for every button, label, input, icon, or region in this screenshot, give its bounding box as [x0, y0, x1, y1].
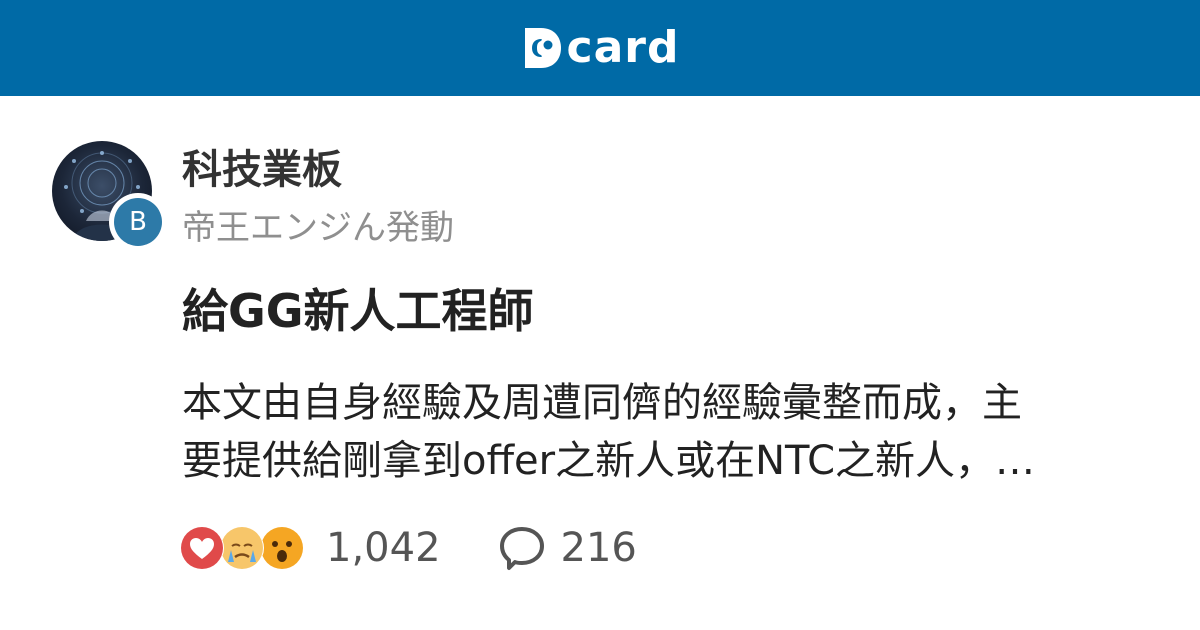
excerpt-line: 要提供給剛拿到offer之新人或在NTC之新人，… [182, 438, 1036, 484]
reaction-group[interactable] [180, 523, 312, 573]
board-name[interactable]: 科技業板 [182, 145, 342, 195]
logo-text: card [566, 22, 680, 73]
comment-bubble-icon[interactable] [497, 523, 547, 573]
heart-icon [180, 526, 224, 570]
post-title[interactable]: 給GG新人工程師 [182, 283, 534, 339]
reaction-count: 1,042 [326, 525, 441, 571]
comment-count: 216 [560, 525, 637, 571]
post-author: 帝王エンジん発動 [182, 208, 454, 248]
board-badge: B [109, 193, 167, 251]
post-stats: 1,042 216 [180, 520, 637, 576]
header-bar: card [0, 0, 1200, 96]
surprised-face-icon [260, 526, 304, 570]
board-badge-letter: B [114, 198, 162, 246]
post-excerpt: 本文由自身經驗及周遭同儕的經驗彙整而成，主 要提供給剛拿到offer之新人或在N… [182, 374, 1132, 490]
crying-face-icon [220, 526, 264, 570]
dcard-logo[interactable]: card [521, 24, 680, 72]
excerpt-line: 本文由自身經驗及周遭同儕的經驗彙整而成，主 [182, 380, 1022, 426]
dcard-d-logo-icon [524, 28, 561, 68]
